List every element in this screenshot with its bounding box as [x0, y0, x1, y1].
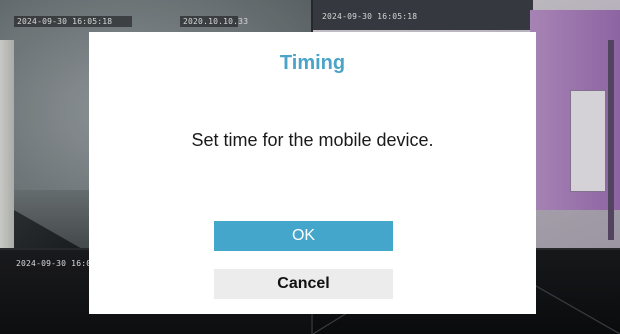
dialog-title: Timing — [279, 52, 346, 74]
ok-button[interactable]: OK — [214, 221, 393, 251]
camera-preview-screen: 2024-09-30 16:05:18 2020.10.10.33 2024-0… — [0, 0, 620, 334]
cancel-button[interactable]: Cancel — [214, 269, 393, 299]
timing-dialog: Timing Set time for the mobile device. O… — [89, 32, 536, 314]
dialog-message: Set time for the mobile device. — [191, 130, 434, 150]
